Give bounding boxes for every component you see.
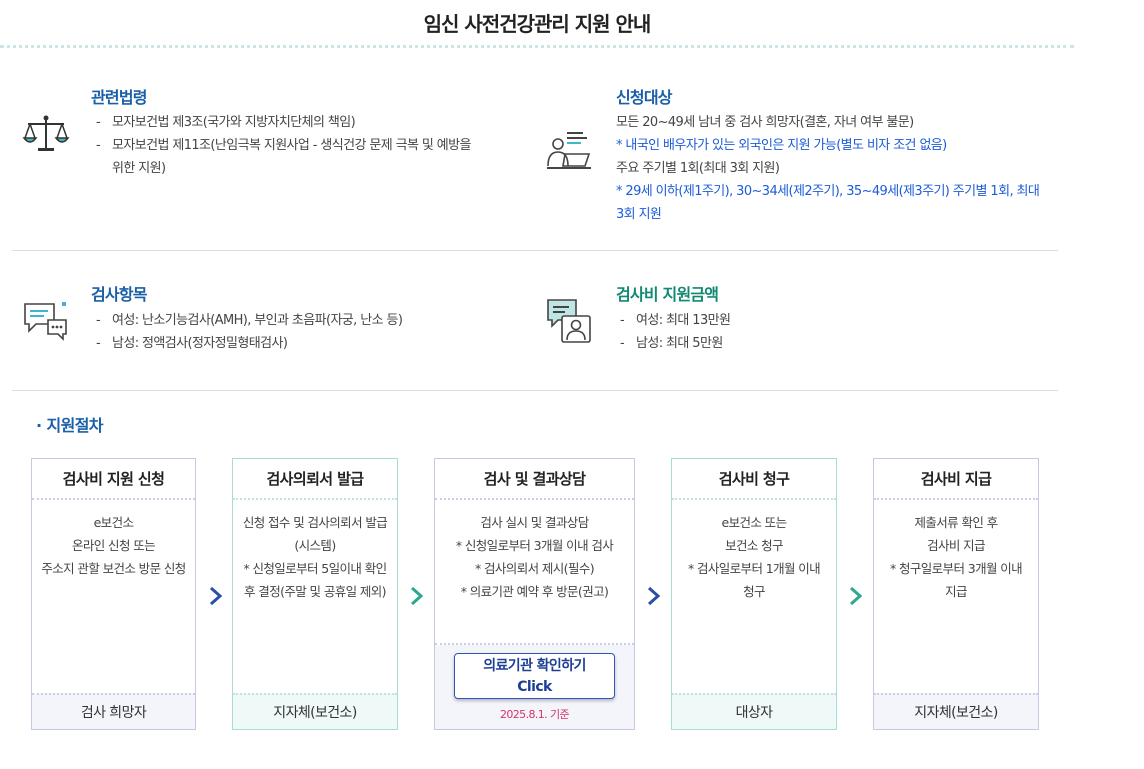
person-laptop-icon [545, 128, 593, 178]
target-line: 모든 20~49세 남녀 중 검사 희망자(결혼, 자녀 여부 불문) [616, 115, 914, 130]
target-note: * 29세 이하(제1주기), 30~34세(제2주기), 35~49세(제3주… [616, 184, 1040, 199]
procedure-title: · 지원절차 [36, 416, 104, 435]
list-item: - 남성: 정액검사(정자정밀형태검사) [96, 336, 288, 351]
step-card-exam: 검사 및 결과상담 검사 실시 및 결과상담 * 신청일로부터 3개월 이내 검… [434, 458, 635, 730]
list-item: - 모자보건법 제3조(국가와 지방자치단체의 책임) [96, 115, 356, 130]
step-title: 검사의뢰서 발급 [233, 459, 397, 500]
step-title: 검사비 청구 [672, 459, 836, 500]
target-line: 주요 주기별 1회(최대 3회 지원) [616, 161, 780, 176]
step-card-claim: 검사비 청구 e보건소 또는 보건소 청구 * 검사일로부터 1개월 이내 청구… [671, 458, 837, 730]
scale-icon [22, 114, 70, 158]
step-body: 신청 접수 및 검사의뢰서 발급 (시스템) * 신청일로부터 5일이내 확인 … [242, 515, 388, 599]
chevron-right-icon [205, 585, 227, 607]
chevron-right-icon [643, 585, 665, 607]
target-note: 3회 지원 [616, 207, 662, 222]
law-list: - 모자보건법 제3조(국가와 지방자치단체의 책임) - 모자보건법 제11조(난… [90, 111, 530, 180]
list-item-continued: 위한 지원) [112, 161, 166, 176]
step-body: e보건소 또는 보건소 청구 * 검사일로부터 1개월 이내 청구 [687, 515, 821, 599]
step-footer-divider [435, 643, 634, 645]
page-title: 임신 사전건강관리 지원 안내 [423, 12, 652, 36]
step-title: 검사 및 결과상담 [435, 459, 634, 500]
support-list: - 여성: 최대 13만원 - 남성: 최대 5만원 [614, 309, 914, 355]
list-item: - 여성: 난소기능검사(AMH), 부인과 초음파(자궁, 난소 등) [96, 313, 403, 328]
tests-heading: 검사항목 [91, 285, 147, 304]
step-card-referral: 검사의뢰서 발급 신청 접수 및 검사의뢰서 발급 (시스템) * 신청일로부터… [232, 458, 398, 730]
step-card-apply: 검사비 지원 신청 e보건소 온라인 신청 또는 주소지 관할 보건소 방문 신… [31, 458, 196, 730]
support-heading: 검사비 지원금액 [616, 285, 719, 304]
step-footer: 지자체(보건소) [874, 693, 1038, 729]
confirm-clinic-button[interactable]: 의료기관 확인하기 Click [454, 653, 615, 699]
chevron-right-icon [845, 585, 867, 607]
title-divider [0, 45, 1074, 48]
step-footer: 대상자 [672, 693, 836, 729]
step-body: 검사 실시 및 결과상담 * 신청일로부터 3개월 이내 검사 * 검사의뢰서 … [455, 515, 614, 599]
basis-date: 2025.8.1. 기준 [499, 708, 570, 721]
step-title: 검사비 지원 신청 [32, 459, 195, 500]
list-item: - 모자보건법 제11조(난임극복 지원사업 - 생식건강 문제 극복 및 예방을 [96, 138, 471, 153]
step-body: 제출서류 확인 후 검사비 지급 * 청구일로부터 3개월 이내 지급 [889, 515, 1023, 599]
step-footer: 지자체(보건소) [233, 693, 397, 729]
step-body: e보건소 온라인 신청 또는 주소지 관할 보건소 방문 신청 [41, 515, 186, 576]
step-footer: 검사 희망자 [32, 693, 195, 729]
law-heading: 관련법령 [91, 88, 147, 107]
step-card-payment: 검사비 지급 제출서류 확인 후 검사비 지급 * 청구일로부터 3개월 이내 … [873, 458, 1039, 730]
chat-bubble-icon [22, 300, 68, 346]
list-item: - 여성: 최대 13만원 [620, 313, 731, 328]
chevron-right-icon [406, 585, 428, 607]
list-item: - 남성: 최대 5만원 [620, 336, 723, 351]
target-note: * 내국인 배우자가 있는 외국인은 지원 가능(별도 비자 조건 없음) [616, 138, 947, 153]
section-divider [12, 250, 1058, 251]
video-consult-icon [546, 298, 592, 348]
section-divider [12, 390, 1058, 391]
step-title: 검사비 지급 [874, 459, 1038, 500]
tests-list: - 여성: 난소기능검사(AMH), 부인과 초음파(자궁, 난소 등) - 남성:… [90, 309, 530, 355]
target-heading: 신청대상 [616, 88, 672, 107]
target-text: 모든 20~49세 남녀 중 검사 희망자(결혼, 자녀 여부 불문) * 내국… [616, 111, 1066, 226]
